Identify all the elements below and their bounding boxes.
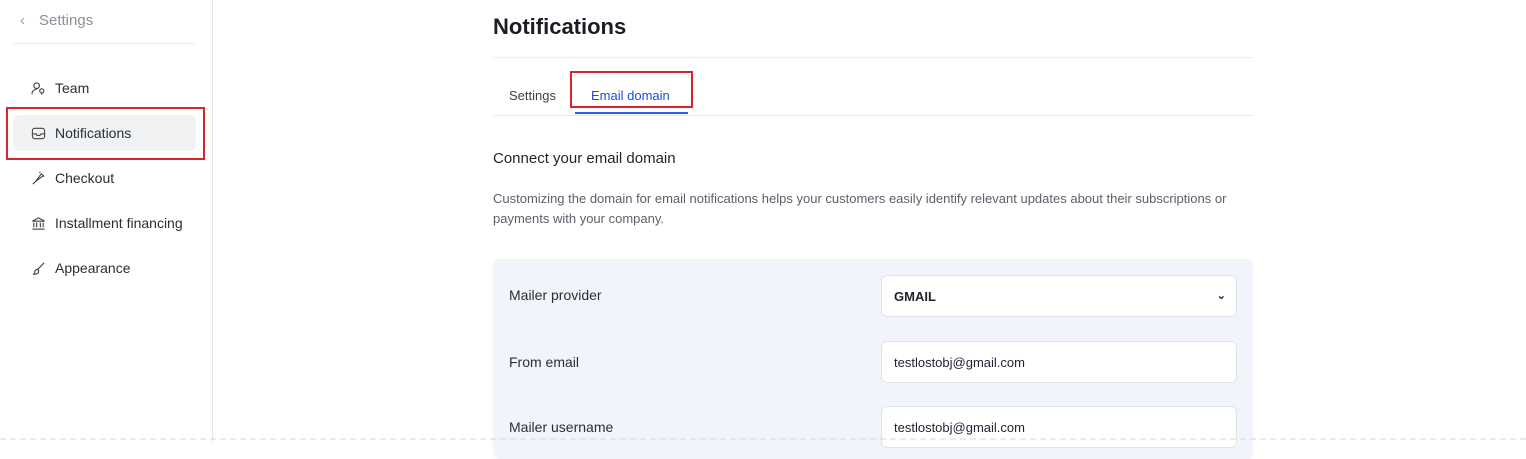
sidebar-item-checkout[interactable]: Checkout	[13, 160, 196, 196]
chevron-left-icon: ‹	[20, 12, 25, 29]
back-label: Settings	[39, 12, 94, 29]
sidebar-item-team[interactable]: Team	[13, 70, 196, 106]
bottom-edge	[0, 438, 1526, 440]
sidebar-item-appearance[interactable]: Appearance	[13, 250, 196, 286]
mailer-provider-select[interactable]: GMAIL ⌄	[881, 275, 1237, 317]
chevron-down-icon: ⌄	[1216, 290, 1226, 302]
sidebar-item-notifications[interactable]: Notifications	[13, 115, 196, 151]
sidebar-item-label: Appearance	[55, 260, 131, 276]
from-email-label: From email	[509, 354, 580, 370]
mailer-provider-label: Mailer provider	[509, 287, 602, 303]
from-email-value: testlostobj@gmail.com	[894, 354, 1025, 370]
section-description: Customizing the domain for email notific…	[493, 191, 1227, 226]
inbox-icon	[31, 127, 46, 139]
mailer-provider-value: GMAIL	[894, 288, 936, 304]
from-email-input[interactable]: testlostobj@gmail.com	[881, 341, 1237, 383]
mailer-username-value: testlostobj@gmail.com	[894, 419, 1025, 435]
tab-bar: Settings Email domain	[493, 78, 1253, 116]
page-title: Notifications	[493, 14, 627, 39]
active-tab-indicator	[575, 112, 688, 114]
sidebar-divider	[12, 43, 196, 44]
sidebar-item-label: Notifications	[55, 125, 132, 141]
tab-email-domain[interactable]: Email domain	[591, 88, 670, 103]
sidebar-item-label: Checkout	[55, 170, 115, 186]
email-domain-form: Mailer provider GMAIL ⌄ From email testl…	[493, 259, 1253, 459]
tab-settings[interactable]: Settings	[509, 88, 556, 103]
brush-icon	[32, 261, 45, 275]
back-to-settings[interactable]: ‹ Settings	[20, 12, 93, 29]
section-title: Connect your email domain	[493, 150, 676, 167]
sidebar-item-label: Installment financing	[55, 215, 183, 231]
mailer-username-label: Mailer username	[509, 419, 614, 435]
checkout-icon	[32, 171, 45, 185]
bank-icon	[32, 216, 45, 230]
settings-sidebar: ‹ Settings Team Notifications Checkout I…	[0, 0, 213, 442]
team-icon	[31, 81, 45, 95]
sidebar-item-installment-financing[interactable]: Installment financing	[13, 205, 196, 241]
sidebar-item-label: Team	[55, 80, 90, 96]
title-divider	[493, 57, 1253, 58]
